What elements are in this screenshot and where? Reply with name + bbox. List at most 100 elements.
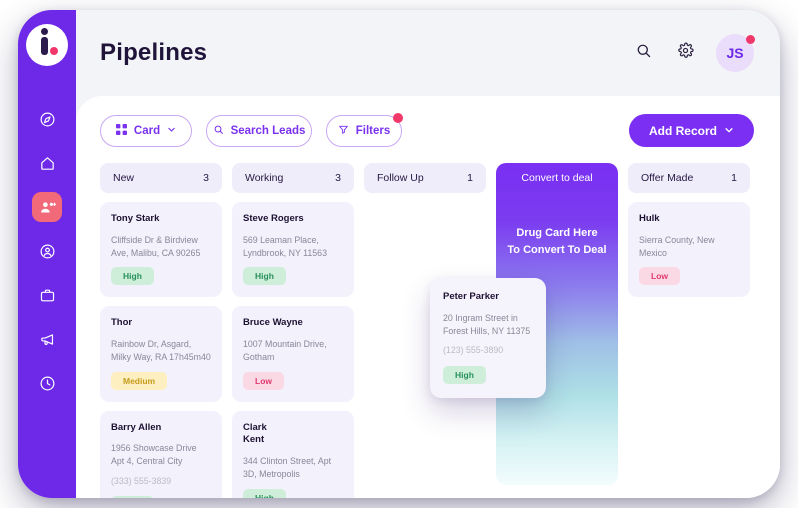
add-record-button[interactable]: Add Record bbox=[628, 114, 754, 147]
lead-card[interactable]: Tony Stark Cliffside Dr & Birdview Ave, … bbox=[100, 202, 222, 298]
card-view-button[interactable]: Card bbox=[100, 114, 192, 147]
column-count: 3 bbox=[335, 172, 341, 184]
dropzone-message-line2: To Convert To Deal bbox=[507, 243, 607, 256]
sidebar-item-leads[interactable] bbox=[32, 192, 62, 222]
column-count: 3 bbox=[203, 172, 209, 184]
notification-dot-icon bbox=[746, 35, 755, 44]
column-header[interactable]: Follow Up 1 bbox=[364, 163, 486, 193]
lead-address: Cliffside Dr & Birdview Ave, Malibu, CA … bbox=[111, 234, 201, 258]
lead-name: Barry Allen bbox=[111, 421, 162, 433]
sidebar bbox=[18, 10, 76, 498]
lead-card[interactable]: Thor Rainbow Dr, Asgard, Milky Way, RA 1… bbox=[100, 306, 222, 402]
lead-address: 344 Clinton Street, Apt 3D, Metropolis bbox=[243, 456, 332, 479]
sidebar-item-profile[interactable] bbox=[32, 236, 62, 266]
app-logo[interactable] bbox=[26, 24, 68, 66]
settings-button[interactable] bbox=[672, 40, 698, 66]
lead-address: 20 Ingram Street in Forest Hills, NY 113… bbox=[443, 312, 531, 336]
filters-badge-dot-icon bbox=[393, 112, 403, 123]
funnel-icon bbox=[338, 124, 349, 138]
search-icon bbox=[635, 42, 652, 64]
card-view-label: Card bbox=[133, 124, 161, 137]
logo-accent-dot-icon bbox=[50, 47, 58, 55]
sidebar-item-campaigns[interactable] bbox=[32, 324, 62, 354]
priority-badge: High bbox=[243, 488, 286, 498]
lead-name: Thor bbox=[111, 317, 133, 329]
filters-button[interactable]: Filters bbox=[326, 112, 403, 147]
lead-address: 569 Leaman Place, Lyndbrook, NY 11563 bbox=[243, 234, 327, 258]
priority-badge: Medium bbox=[111, 371, 168, 390]
dropzone-title: Convert to deal bbox=[521, 172, 593, 184]
board-column-offer-made: Offer Made 1 Hulk Sierra County, New Mex… bbox=[628, 163, 750, 298]
column-header[interactable]: New 3 bbox=[100, 163, 222, 193]
priority-badge: High bbox=[443, 365, 486, 384]
column-cards: Steve Rogers 569 Leaman Place, Lyndbrook… bbox=[232, 202, 354, 498]
logo-bar-icon bbox=[41, 37, 48, 55]
lead-phone: (123) 555-3890 bbox=[443, 345, 504, 356]
column-title: Offer Made bbox=[641, 172, 694, 184]
search-leads-button[interactable]: Search Leads bbox=[206, 114, 312, 147]
user-circle-icon bbox=[39, 243, 56, 260]
dropzone-message: Drug Card Here To Convert To Deal bbox=[496, 225, 618, 258]
grid-icon bbox=[115, 123, 127, 138]
lead-card[interactable]: Steve Rogers 569 Leaman Place, Lyndbrook… bbox=[232, 202, 354, 298]
column-title: Working bbox=[245, 172, 284, 184]
column-title: New bbox=[113, 172, 135, 184]
content-panel: Card Search Leads Filters Add Record New… bbox=[76, 96, 780, 498]
dragged-lead-card[interactable]: Peter Parker 20 Ingram Street in Forest … bbox=[430, 278, 546, 398]
page-title: Pipelines bbox=[100, 39, 208, 66]
search-button[interactable] bbox=[630, 40, 656, 66]
lead-phone: (333) 555-3839 bbox=[111, 475, 172, 486]
column-cards: Tony Stark Cliffside Dr & Birdview Ave, … bbox=[100, 202, 222, 498]
column-count: 1 bbox=[467, 172, 473, 184]
compass-icon bbox=[39, 111, 56, 128]
megaphone-icon bbox=[39, 331, 56, 348]
lead-card[interactable]: Bruce Wayne 1007 Mountain Drive, Gotham … bbox=[232, 306, 354, 402]
column-count: 1 bbox=[731, 172, 737, 184]
avatar[interactable]: JS bbox=[716, 34, 755, 72]
lead-card[interactable]: Hulk Sierra County, New Mexico Low bbox=[628, 202, 750, 298]
lead-address: Sierra County, New Mexico bbox=[639, 234, 715, 258]
board-toolbar: Card Search Leads Filters Add Record bbox=[100, 112, 780, 147]
clock-icon bbox=[39, 375, 56, 392]
filters-label: Filters bbox=[355, 124, 391, 137]
lead-name: Hulk bbox=[639, 213, 660, 224]
briefcase-icon bbox=[39, 287, 56, 304]
app-window: Pipelines JS Card Search Leads Filters A… bbox=[18, 10, 780, 498]
lead-name: Steve Rogers bbox=[243, 213, 304, 224]
column-cards: Hulk Sierra County, New Mexico Low bbox=[628, 202, 750, 298]
board-column-new: New 3 Tony Stark Cliffside Dr & Birdview… bbox=[100, 163, 222, 498]
people-icon bbox=[39, 199, 56, 216]
lead-card[interactable]: Barry Allen 1956 Showcase Drive Apt 4, C… bbox=[100, 410, 222, 498]
search-icon bbox=[213, 124, 224, 138]
sidebar-item-home[interactable] bbox=[32, 148, 62, 178]
priority-badge: High bbox=[111, 267, 154, 286]
column-header[interactable]: Offer Made 1 bbox=[628, 163, 750, 193]
lead-address: 1956 Showcase Drive Apt 4, Central City bbox=[111, 443, 197, 467]
dropzone-message-line1: Drug Card Here bbox=[516, 227, 598, 239]
board-column-working: Working 3 Steve Rogers 569 Leaman Place,… bbox=[232, 163, 354, 498]
sidebar-item-history[interactable] bbox=[32, 368, 62, 398]
priority-badge: Low bbox=[639, 267, 680, 286]
lead-name: Tony Stark bbox=[111, 213, 160, 224]
priority-badge: Low bbox=[243, 371, 284, 390]
lead-name: Clark Kent bbox=[243, 421, 267, 446]
lead-address: 1007 Mountain Drive, Gotham bbox=[243, 339, 327, 362]
lead-card[interactable]: Clark Kent 344 Clinton Street, Apt 3D, M… bbox=[232, 410, 354, 498]
sidebar-item-briefcase[interactable] bbox=[32, 280, 62, 310]
column-header[interactable]: Working 3 bbox=[232, 163, 354, 193]
main-area: Pipelines JS Card Search Leads Filters A… bbox=[76, 10, 780, 498]
topbar-actions: JS bbox=[630, 34, 755, 72]
search-leads-label: Search Leads bbox=[230, 124, 306, 137]
topbar: Pipelines JS bbox=[76, 10, 780, 96]
add-record-label: Add Record bbox=[648, 123, 717, 138]
lead-name: Peter Parker bbox=[443, 291, 499, 302]
lead-address: Rainbow Dr, Asgard, Milky Way, RA 17h45m… bbox=[111, 339, 211, 362]
sidebar-item-compass[interactable] bbox=[32, 104, 62, 134]
logo-dot-icon bbox=[41, 28, 48, 35]
column-title: Follow Up bbox=[377, 172, 424, 184]
gear-icon bbox=[677, 42, 694, 64]
priority-badge: High bbox=[243, 267, 286, 286]
priority-badge: High bbox=[111, 496, 154, 498]
lead-name: Bruce Wayne bbox=[243, 317, 303, 329]
chevron-down-icon bbox=[724, 124, 734, 138]
